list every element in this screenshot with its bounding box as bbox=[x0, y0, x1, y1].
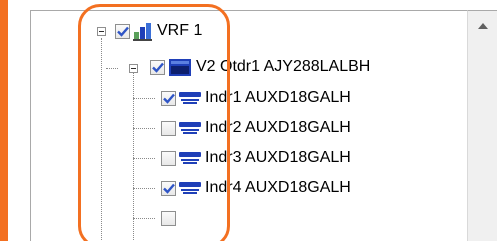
vertical-scrollbar[interactable] bbox=[467, 10, 497, 241]
tree-node-indoor[interactable]: Indr1 AUXD18GALH bbox=[161, 87, 351, 109]
indoor-unit-icon bbox=[179, 181, 201, 195]
indoor-checkbox[interactable] bbox=[161, 180, 176, 196]
tree-node-outdoor[interactable]: V2 Otdr1 AJY288LALBH bbox=[150, 56, 370, 78]
unit-tree-view[interactable]: VRF 1 V2 Otdr1 AJY288LALBH Indr1 AUXD18G… bbox=[30, 10, 468, 241]
outdoor-collapse-toggle[interactable] bbox=[129, 64, 138, 73]
indoor-checkbox[interactable] bbox=[161, 90, 176, 106]
indoor-checkbox[interactable] bbox=[161, 150, 176, 166]
root-label: VRF 1 bbox=[157, 22, 203, 39]
indoor-checkbox[interactable] bbox=[161, 120, 176, 136]
outdoor-unit-icon bbox=[168, 57, 192, 77]
tree-node-indoor[interactable]: Indr3 AUXD18GALH bbox=[161, 147, 351, 169]
chevron-up-icon bbox=[478, 23, 488, 29]
indoor-unit-icon bbox=[179, 121, 201, 135]
check-mark-icon bbox=[162, 183, 175, 194]
root-collapse-toggle[interactable] bbox=[97, 27, 106, 36]
indoor-unit-icon bbox=[179, 91, 201, 105]
tree-branch-indr4 bbox=[133, 188, 155, 189]
tree-node-root[interactable]: VRF 1 bbox=[115, 20, 202, 42]
indoor-unit-icon bbox=[179, 151, 201, 165]
tree-branch-outdoor bbox=[106, 68, 118, 69]
tree-node-indoor[interactable]: Indr2 AUXD18GALH bbox=[161, 117, 351, 139]
check-mark-icon bbox=[151, 62, 164, 73]
indoor-label: Indr4 AUXD18GALH bbox=[205, 179, 351, 196]
tree-branch-indr2 bbox=[133, 128, 155, 129]
tree-branch-indr3 bbox=[133, 158, 155, 159]
indoor-label: Indr3 AUXD18GALH bbox=[205, 149, 351, 166]
tree-line-root bbox=[101, 38, 102, 241]
screenshot-frame: VRF 1 V2 Otdr1 AJY288LALBH Indr1 AUXD18G… bbox=[0, 0, 497, 241]
tree-branch-indr1 bbox=[133, 98, 155, 99]
tree-branch-more bbox=[133, 218, 155, 219]
tree-node-indoor[interactable]: Indr4 AUXD18GALH bbox=[161, 177, 351, 199]
indoor-label: Indr1 AUXD18GALH bbox=[205, 89, 351, 106]
indoor-checkbox[interactable] bbox=[161, 210, 176, 226]
outdoor-label: V2 Otdr1 AJY288LALBH bbox=[196, 58, 371, 75]
orange-accent-bar bbox=[0, 0, 8, 241]
network-device-icon bbox=[133, 21, 153, 41]
root-checkbox[interactable] bbox=[115, 23, 130, 39]
outdoor-checkbox[interactable] bbox=[150, 59, 165, 75]
check-mark-icon bbox=[162, 93, 175, 104]
tree-node-partial[interactable] bbox=[161, 207, 176, 229]
indoor-label: Indr2 AUXD18GALH bbox=[205, 119, 351, 136]
scroll-up-button[interactable] bbox=[468, 11, 497, 41]
check-mark-icon bbox=[116, 26, 129, 37]
